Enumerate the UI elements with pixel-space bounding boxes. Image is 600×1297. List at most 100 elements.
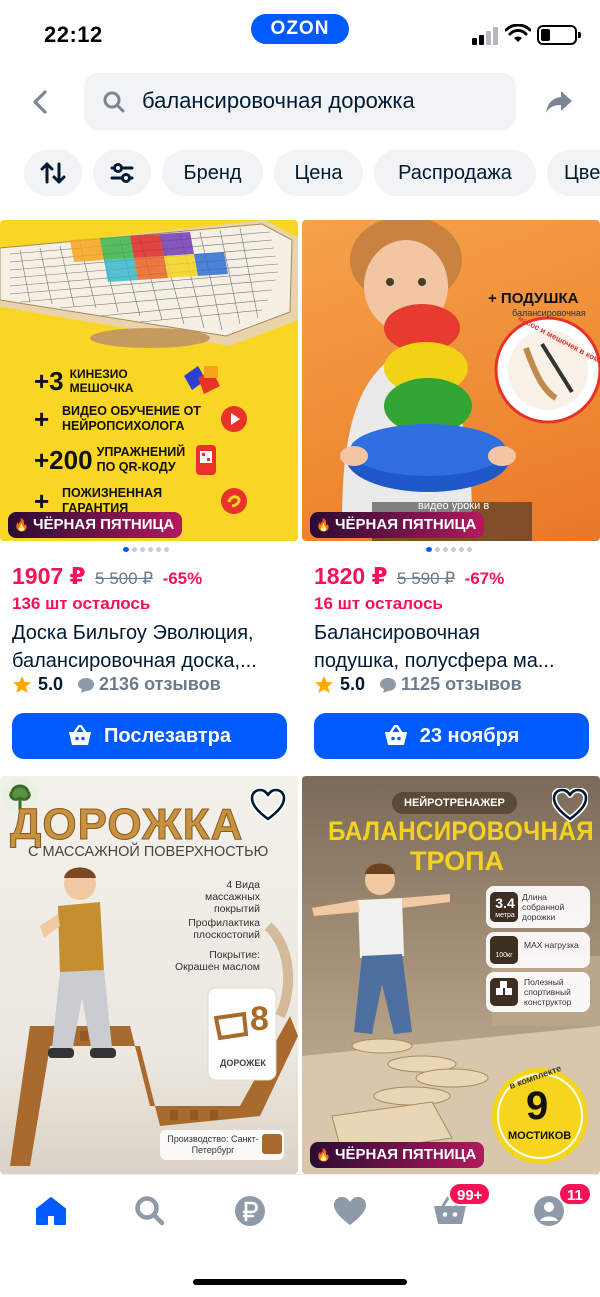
basket-icon — [69, 725, 91, 745]
sort-button[interactable] — [24, 150, 82, 196]
chevron-left-icon — [33, 90, 47, 114]
product-image[interactable]: НЕЙРОТРЕНАЖЕР БАЛАНСИРОВОЧНАЯ ТРОПА 3.4 … — [302, 776, 600, 1174]
ozon-logo: OZON — [251, 14, 349, 44]
nav-home[interactable] — [33, 1193, 69, 1229]
home-indicator — [193, 1279, 407, 1285]
fire-icon: 🔥 — [14, 518, 29, 532]
product-title[interactable]: Балансировочная подушка, полусфера ма... — [314, 619, 598, 675]
stock-left: 16 шт осталось — [314, 594, 443, 613]
product-title[interactable]: Доска Бильгоу Эволюция, балансировочная … — [12, 619, 296, 675]
origin-label: Производство: Санкт-Петербург — [167, 1134, 259, 1155]
feature-3: Покрытие: Окрашен маслом — [174, 949, 260, 973]
share-arrow-icon — [546, 91, 572, 113]
add-to-cart-button[interactable]: 23 ноября — [314, 713, 589, 759]
promo-list: +3 КИНЕЗИО МЕШОЧКА + ВИДЕО ОБУЧЕНИЕ ОТ Н… — [34, 365, 284, 519]
bundle-count: 9 — [526, 1084, 549, 1128]
spec2-text: MAX нагрузка — [524, 940, 579, 950]
cart-badge: 99+ — [448, 1182, 492, 1206]
nav-search[interactable] — [132, 1193, 168, 1229]
filter-chip-brand[interactable]: Бренд — [162, 150, 263, 196]
image-carousel-dots — [426, 547, 472, 553]
product-image[interactable]: + ПОДУШКА балансировочная насос и мешоче… — [302, 220, 600, 541]
product-subheadline: С МАССАЖНОЙ ПОВЕРХНОСТЬЮ — [28, 844, 269, 860]
heart-icon — [334, 1197, 366, 1225]
home-icon — [36, 1197, 66, 1225]
video-play-icon — [221, 406, 247, 432]
black-friday-badge: 🔥 ЧЁРНАЯ ПЯТНИЦА — [310, 512, 485, 538]
spec3-text: Полезный спортивный конструктор — [524, 977, 572, 1007]
price-row: 1820 ₽ 5 590 ₽ -67% — [314, 563, 504, 590]
signal-icon — [472, 27, 500, 45]
filter-chip-sale[interactable]: Распродажа — [374, 150, 536, 196]
fire-icon: 🔥 — [316, 1148, 331, 1162]
cushion-headline: + ПОДУШКА — [488, 290, 579, 307]
comment-icon — [78, 677, 95, 693]
kinesio-bags-picture — [183, 366, 220, 394]
status-bar: 22:12 OZON — [0, 0, 600, 70]
qr-phone-icon — [195, 445, 216, 475]
bundle-label: МОСТИКОВ — [508, 1130, 572, 1142]
reviews-count: 1125 отзывов — [401, 674, 522, 694]
feature-2: Профилактика плоскостопий — [188, 917, 260, 941]
product-headline: ДОРОЖКА — [9, 800, 244, 850]
paths-count-label: ДОРОЖЕК — [220, 1058, 266, 1068]
search-query: балансировочная дорожка — [142, 88, 415, 113]
filter-chip-color[interactable]: Цве — [547, 150, 600, 196]
product-image[interactable]: +3 КИНЕЗИО МЕШОЧКА + ВИДЕО ОБУЧЕНИЕ ОТ Н… — [0, 220, 298, 541]
basket-icon — [384, 725, 407, 745]
sort-arrows-icon — [40, 162, 66, 184]
search-icon — [135, 1196, 165, 1226]
feature-1: 4 Вида массажных покрытий — [204, 879, 260, 915]
delivery-date: Послезавтра — [104, 724, 231, 747]
spec1-text: Длина собранной дорожки — [522, 892, 565, 922]
rating-value: 5.0 — [340, 674, 366, 694]
track-headline-2: ТРОПА — [410, 846, 505, 876]
reviews-count: 2136 отзывов — [99, 674, 221, 694]
profile-badge: 11 — [558, 1182, 592, 1206]
search-icon — [103, 91, 125, 113]
video-caption: видео уроки в — [418, 500, 490, 512]
image-carousel-dots — [123, 547, 169, 553]
comment-icon — [380, 677, 397, 693]
nav-favorites[interactable] — [332, 1193, 368, 1229]
nav-finance[interactable] — [232, 1193, 268, 1229]
favorite-heart-icon[interactable] — [552, 788, 588, 822]
stock-left: 136 шт осталось — [12, 594, 151, 613]
fire-icon: 🔥 — [316, 518, 331, 532]
rating-row: 5.0 1125 отзывов — [314, 674, 522, 695]
price: 1907 ₽ — [12, 563, 86, 589]
product-card[interactable]: +3 КИНЕЗИО МЕШОЧКА + ВИДЕО ОБУЧЕНИЕ ОТ Н… — [0, 220, 298, 765]
status-time: 22:12 — [44, 22, 103, 47]
star-icon — [315, 675, 333, 693]
search-input[interactable]: балансировочная дорожка — [84, 73, 516, 130]
rating-value: 5.0 — [38, 674, 64, 694]
child-with-balance-cushion-picture — [340, 220, 600, 541]
balance-board-picture — [0, 220, 298, 348]
filter-chip-price[interactable]: Цена — [274, 150, 363, 196]
filters-button[interactable] — [93, 150, 151, 196]
share-button[interactable] — [540, 84, 578, 120]
wifi-icon — [505, 24, 531, 42]
spec1-number: 3.4 — [495, 895, 515, 911]
star-icon — [13, 675, 31, 693]
old-price: 5 590 ₽ — [397, 569, 456, 588]
discount: -65% — [162, 569, 203, 588]
product-image[interactable]: ДОРОЖКА С МАССАЖНОЙ ПОВЕРХНОСТЬЮ 4 Вида … — [0, 776, 298, 1174]
ruble-icon — [235, 1196, 265, 1226]
price-row: 1907 ₽ 5 500 ₽ -65% — [12, 563, 202, 590]
favorite-heart-icon[interactable] — [250, 788, 286, 822]
rating-row: 5.0 2136 отзывов — [12, 674, 221, 695]
black-friday-badge: 🔥 ЧЁРНАЯ ПЯТНИЦА — [310, 1142, 485, 1168]
product-card[interactable]: НЕЙРОТРЕНАЖЕР БАЛАНСИРОВОЧНАЯ ТРОПА 3.4 … — [302, 776, 600, 1174]
paths-count: 8 — [250, 1000, 269, 1038]
product-card[interactable]: + ПОДУШКА балансировочная насос и мешоче… — [302, 220, 600, 765]
price: 1820 ₽ — [314, 563, 388, 589]
product-card[interactable]: ДОРОЖКА С МАССАЖНОЙ ПОВЕРХНОСТЬЮ 4 Вида … — [0, 776, 298, 1174]
discount: -67% — [464, 569, 505, 588]
delivery-date: 23 ноября — [419, 724, 520, 747]
spec2-number: 100кг — [495, 952, 513, 959]
filter-row: Бренд Цена Распродажа Цве — [0, 146, 600, 200]
add-to-cart-button[interactable]: Послезавтра — [12, 713, 287, 759]
battery-icon — [537, 25, 581, 45]
back-button[interactable] — [22, 84, 58, 120]
